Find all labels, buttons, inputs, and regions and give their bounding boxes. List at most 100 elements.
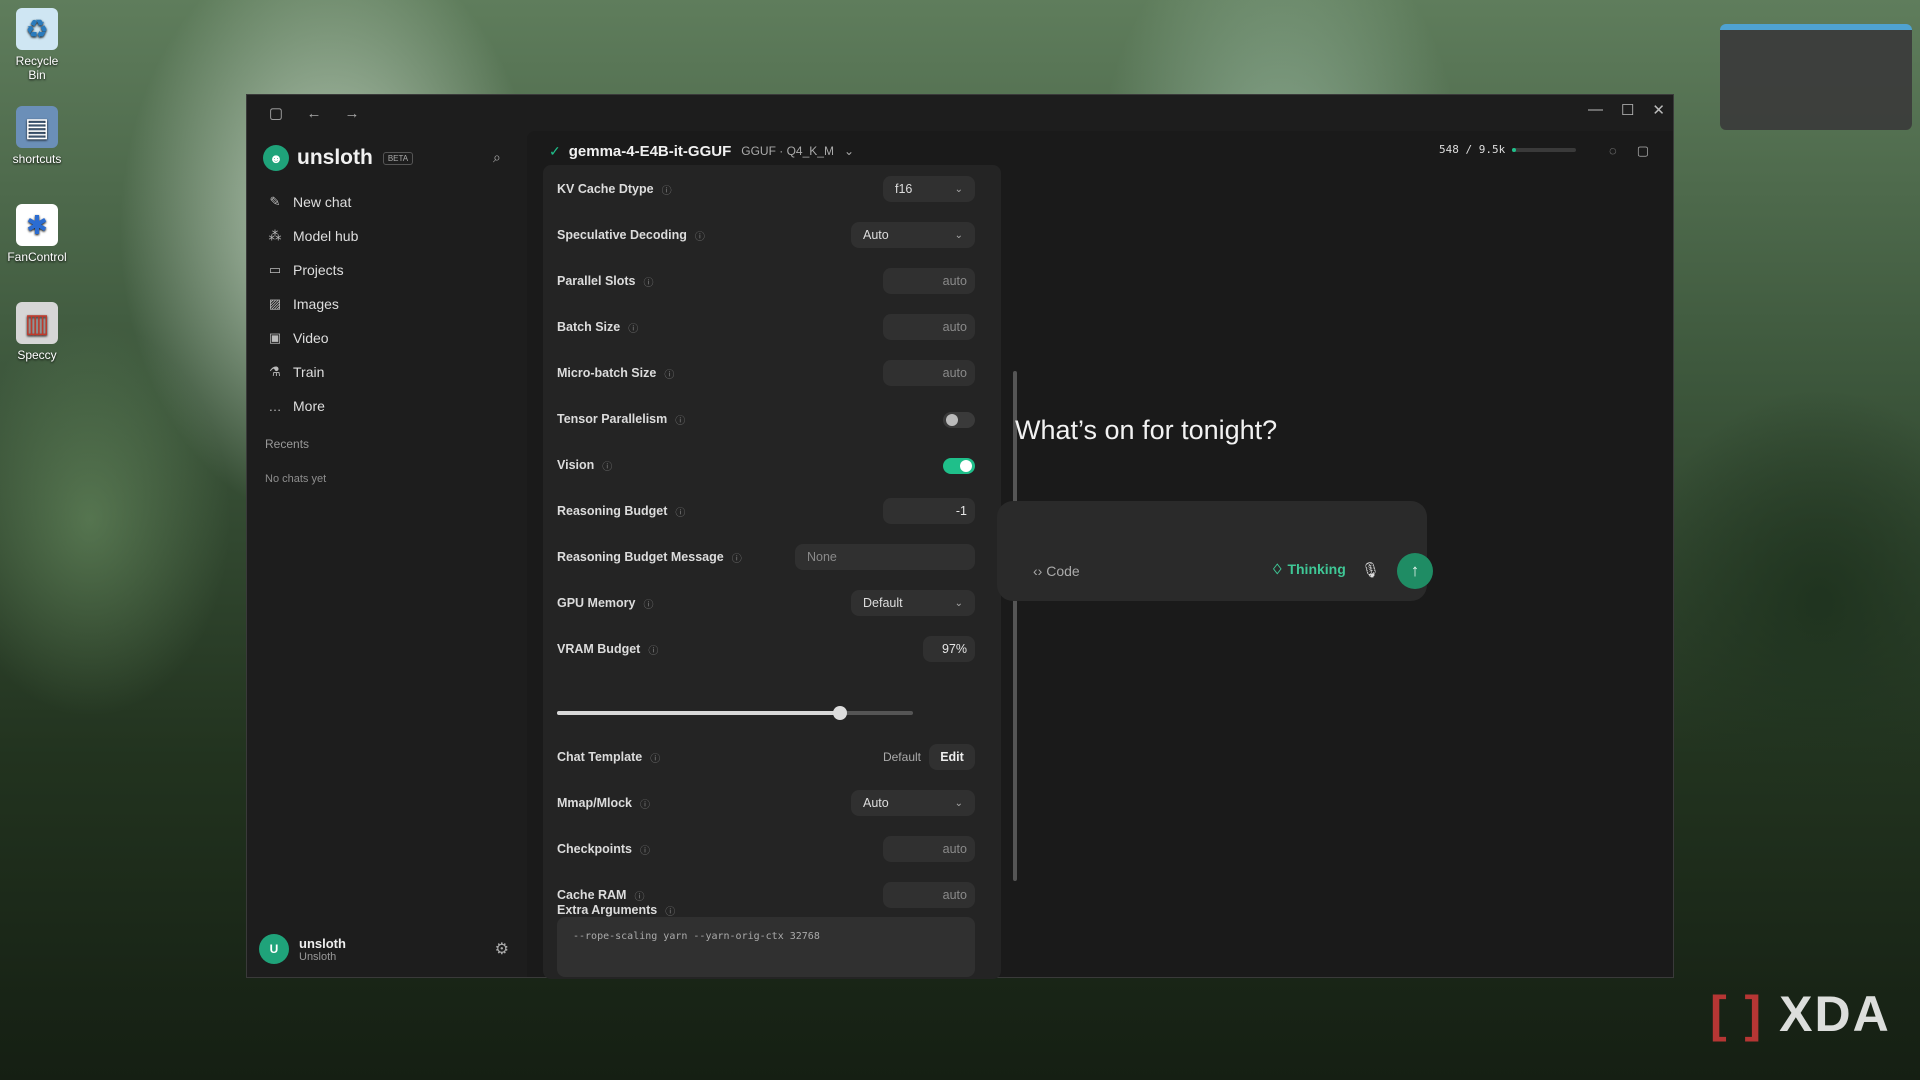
extra-arguments-input[interactable]: --rope-scaling yarn --yarn-orig-ctx 3276… <box>557 917 975 977</box>
no-chats-text: No chats yet <box>265 473 327 485</box>
info-icon: ⓘ <box>731 553 742 565</box>
arrow-up-icon: ↑ <box>1410 561 1420 580</box>
thinking-toggle[interactable]: ♢ Thinking <box>1271 561 1346 578</box>
setting-mmap-mlock: Mmap/Mlock ⓘ Auto ⌄ <box>557 783 975 823</box>
code-button[interactable]: ‹› Code <box>1033 563 1080 579</box>
info-icon: ⓘ <box>643 277 654 289</box>
setting-batch-size: Batch Size ⓘ auto <box>557 307 975 347</box>
chat-composer[interactable]: ‹› Code ♢ Thinking 🎙 ↑ <box>997 501 1433 601</box>
mmap-mlock-select[interactable]: Auto ⌄ <box>851 790 975 816</box>
slider-thumb[interactable] <box>833 706 848 720</box>
unsloth-app-window: ▢ ← → — ☐ ✕ ☻ unsloth BETA ⌕ ✎ New chat ⁂… <box>246 94 1674 979</box>
chevron-down-icon: ⌄ <box>954 597 963 609</box>
fan-icon: ✱ <box>16 204 58 246</box>
folder-icon: ▭ <box>268 262 282 277</box>
forward-arrow-icon[interactable]: → <box>343 105 361 122</box>
info-icon: ⓘ <box>640 845 651 857</box>
info-icon: ⓘ <box>643 599 654 611</box>
vram-budget-value[interactable]: 97% <box>923 636 975 662</box>
desktop-icon-label: Speccy <box>17 348 57 362</box>
info-icon: ⓘ <box>602 461 613 473</box>
edit-chat-template-button[interactable]: Edit <box>929 744 975 770</box>
main-area: ✓ gemma-4-E4B-it-GGUF GGUF · Q4_K_M ⌄ 54… <box>527 131 1673 979</box>
send-button[interactable]: ↑ <box>1397 553 1433 589</box>
brand-name: unsloth <box>297 146 373 169</box>
back-arrow-icon[interactable]: ← <box>305 105 323 122</box>
setting-chat-template: Chat Template ⓘ Default Edit <box>557 737 975 777</box>
nav-train[interactable]: ⚗ Train <box>247 355 527 389</box>
context-usage: 548 / 9.5k <box>1439 143 1506 156</box>
sidebar-toggle-icon[interactable]: ▢ <box>267 104 285 122</box>
desktop-icon-label: shortcuts <box>12 152 62 166</box>
folder-icon: ▤ <box>16 106 58 148</box>
nav-projects[interactable]: ▭ Projects <box>247 253 527 287</box>
tensor-parallelism-toggle[interactable] <box>943 412 975 428</box>
reasoning-budget-input[interactable]: -1 <box>883 498 975 524</box>
brand: ☻ unsloth BETA ⌕ <box>247 137 527 179</box>
image-icon: ▨ <box>268 296 282 311</box>
nav-images[interactable]: ▨ Images <box>247 287 527 321</box>
parallel-slots-input[interactable]: auto <box>883 268 975 294</box>
nav-new-chat[interactable]: ✎ New chat <box>247 185 527 219</box>
setting-reasoning-budget: Reasoning Budget ⓘ -1 <box>557 491 975 531</box>
chevron-down-icon: ⌄ <box>954 797 963 809</box>
chevron-down-icon: ⌄ <box>954 183 963 195</box>
checkpoints-input[interactable]: auto <box>883 836 975 862</box>
info-icon: ⓘ <box>650 753 661 765</box>
vram-budget-slider[interactable] <box>557 706 913 720</box>
reasoning-budget-message-input[interactable]: None <box>795 544 975 570</box>
greeting-heading: What’s on for tonight? <box>1015 415 1278 445</box>
vision-toggle[interactable] <box>943 458 975 474</box>
desktop-icon-fancontrol[interactable]: ✱ FanControl <box>6 204 68 264</box>
minimize-icon[interactable]: — <box>1588 101 1603 119</box>
taskbar-preview-thumbnail[interactable] <box>1720 24 1912 130</box>
setting-checkpoints: Checkpoints ⓘ auto <box>557 829 975 869</box>
desktop-icon-recycle-bin[interactable]: ♻ Recycle Bin <box>6 8 68 82</box>
refresh-icon[interactable]: ◌ <box>1609 143 1617 159</box>
unsloth-logo-icon: ☻ <box>263 145 289 171</box>
beta-badge: BETA <box>382 151 414 165</box>
desktop-icon-label: FanControl <box>7 250 67 264</box>
desktop-icon-speccy[interactable]: ▥ Speccy <box>6 302 68 362</box>
user-org: Unsloth <box>299 950 337 963</box>
model-selector[interactable]: gemma-4-E4B-it-GGUF <box>569 143 732 160</box>
setting-vision: Vision ⓘ <box>557 445 975 485</box>
gear-icon[interactable]: ⚙ <box>495 939 509 959</box>
setting-reasoning-budget-message: Reasoning Budget Message ⓘ None <box>557 537 975 577</box>
context-progress-bar <box>1512 148 1576 152</box>
gpu-memory-select[interactable]: Default ⌄ <box>851 590 975 616</box>
check-circle-icon: ✓ <box>549 142 561 159</box>
chevron-down-icon[interactable]: ⌄ <box>844 144 854 158</box>
speculative-decoding-select[interactable]: Auto ⌄ <box>851 222 975 248</box>
xda-watermark: [ ] XDA <box>1710 986 1891 1042</box>
nav-model-hub[interactable]: ⁂ Model hub <box>247 219 527 253</box>
info-icon: ⓘ <box>694 231 705 243</box>
close-icon[interactable]: ✕ <box>1652 101 1665 119</box>
user-profile[interactable]: U unsloth Unsloth ⚙ <box>259 931 515 967</box>
info-icon: ⓘ <box>661 185 672 197</box>
desktop-icon-shortcuts[interactable]: ▤ shortcuts <box>6 106 68 166</box>
lightbulb-icon: ♢ <box>1271 561 1284 577</box>
sidebar: ☻ unsloth BETA ⌕ ✎ New chat ⁂ Model hub ▭ P… <box>247 131 527 977</box>
kv-cache-dtype-select[interactable]: f16 ⌄ <box>883 176 975 202</box>
nav-video[interactable]: ▣ Video <box>247 321 527 355</box>
search-icon[interactable]: ⌕ <box>493 149 501 166</box>
info-icon: ⓘ <box>640 799 651 811</box>
avatar: U <box>259 934 289 964</box>
batch-size-input[interactable]: auto <box>883 314 975 340</box>
panel-toggle-icon[interactable]: ▢ <box>1637 143 1649 159</box>
microphone-icon[interactable]: 🎙 <box>1361 561 1380 579</box>
info-icon: ⓘ <box>675 415 686 427</box>
recents-heading: Recents <box>265 437 310 451</box>
info-icon: ⓘ <box>648 645 659 657</box>
chevron-down-icon: ⌄ <box>954 229 963 241</box>
setting-gpu-memory: GPU Memory ⓘ Default ⌄ <box>557 583 975 623</box>
setting-vram-budget: VRAM Budget ⓘ 97% <box>557 629 975 669</box>
maximize-icon[interactable]: ☐ <box>1621 101 1634 119</box>
nav-more[interactable]: … More <box>247 389 527 423</box>
model-quant-meta[interactable]: GGUF · Q4_K_M <box>741 144 834 158</box>
micro-batch-size-input[interactable]: auto <box>883 360 975 386</box>
title-bar: ▢ ← → <box>247 95 1673 131</box>
settings-scrollbar[interactable] <box>1013 371 1017 881</box>
recycle-bin-icon: ♻ <box>16 8 58 50</box>
